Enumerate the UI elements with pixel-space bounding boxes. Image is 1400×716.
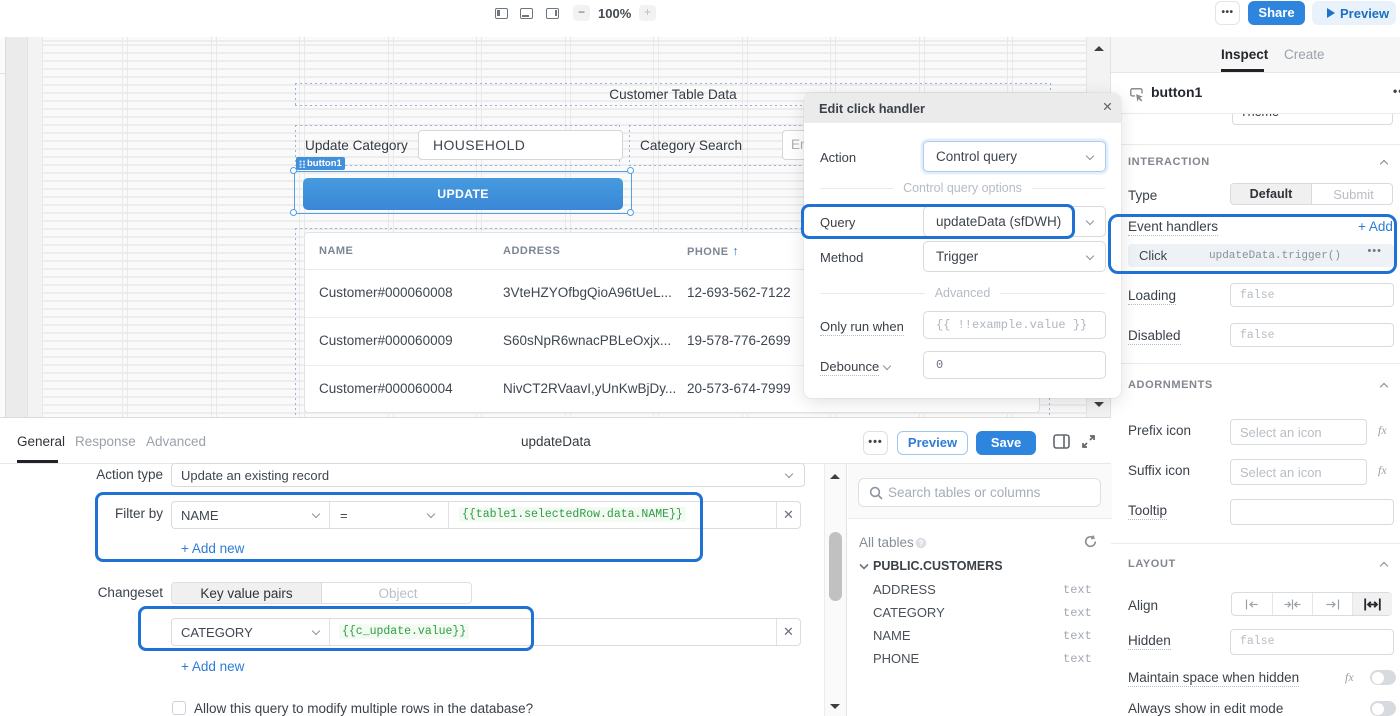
svg-text:?: ? — [919, 539, 924, 548]
